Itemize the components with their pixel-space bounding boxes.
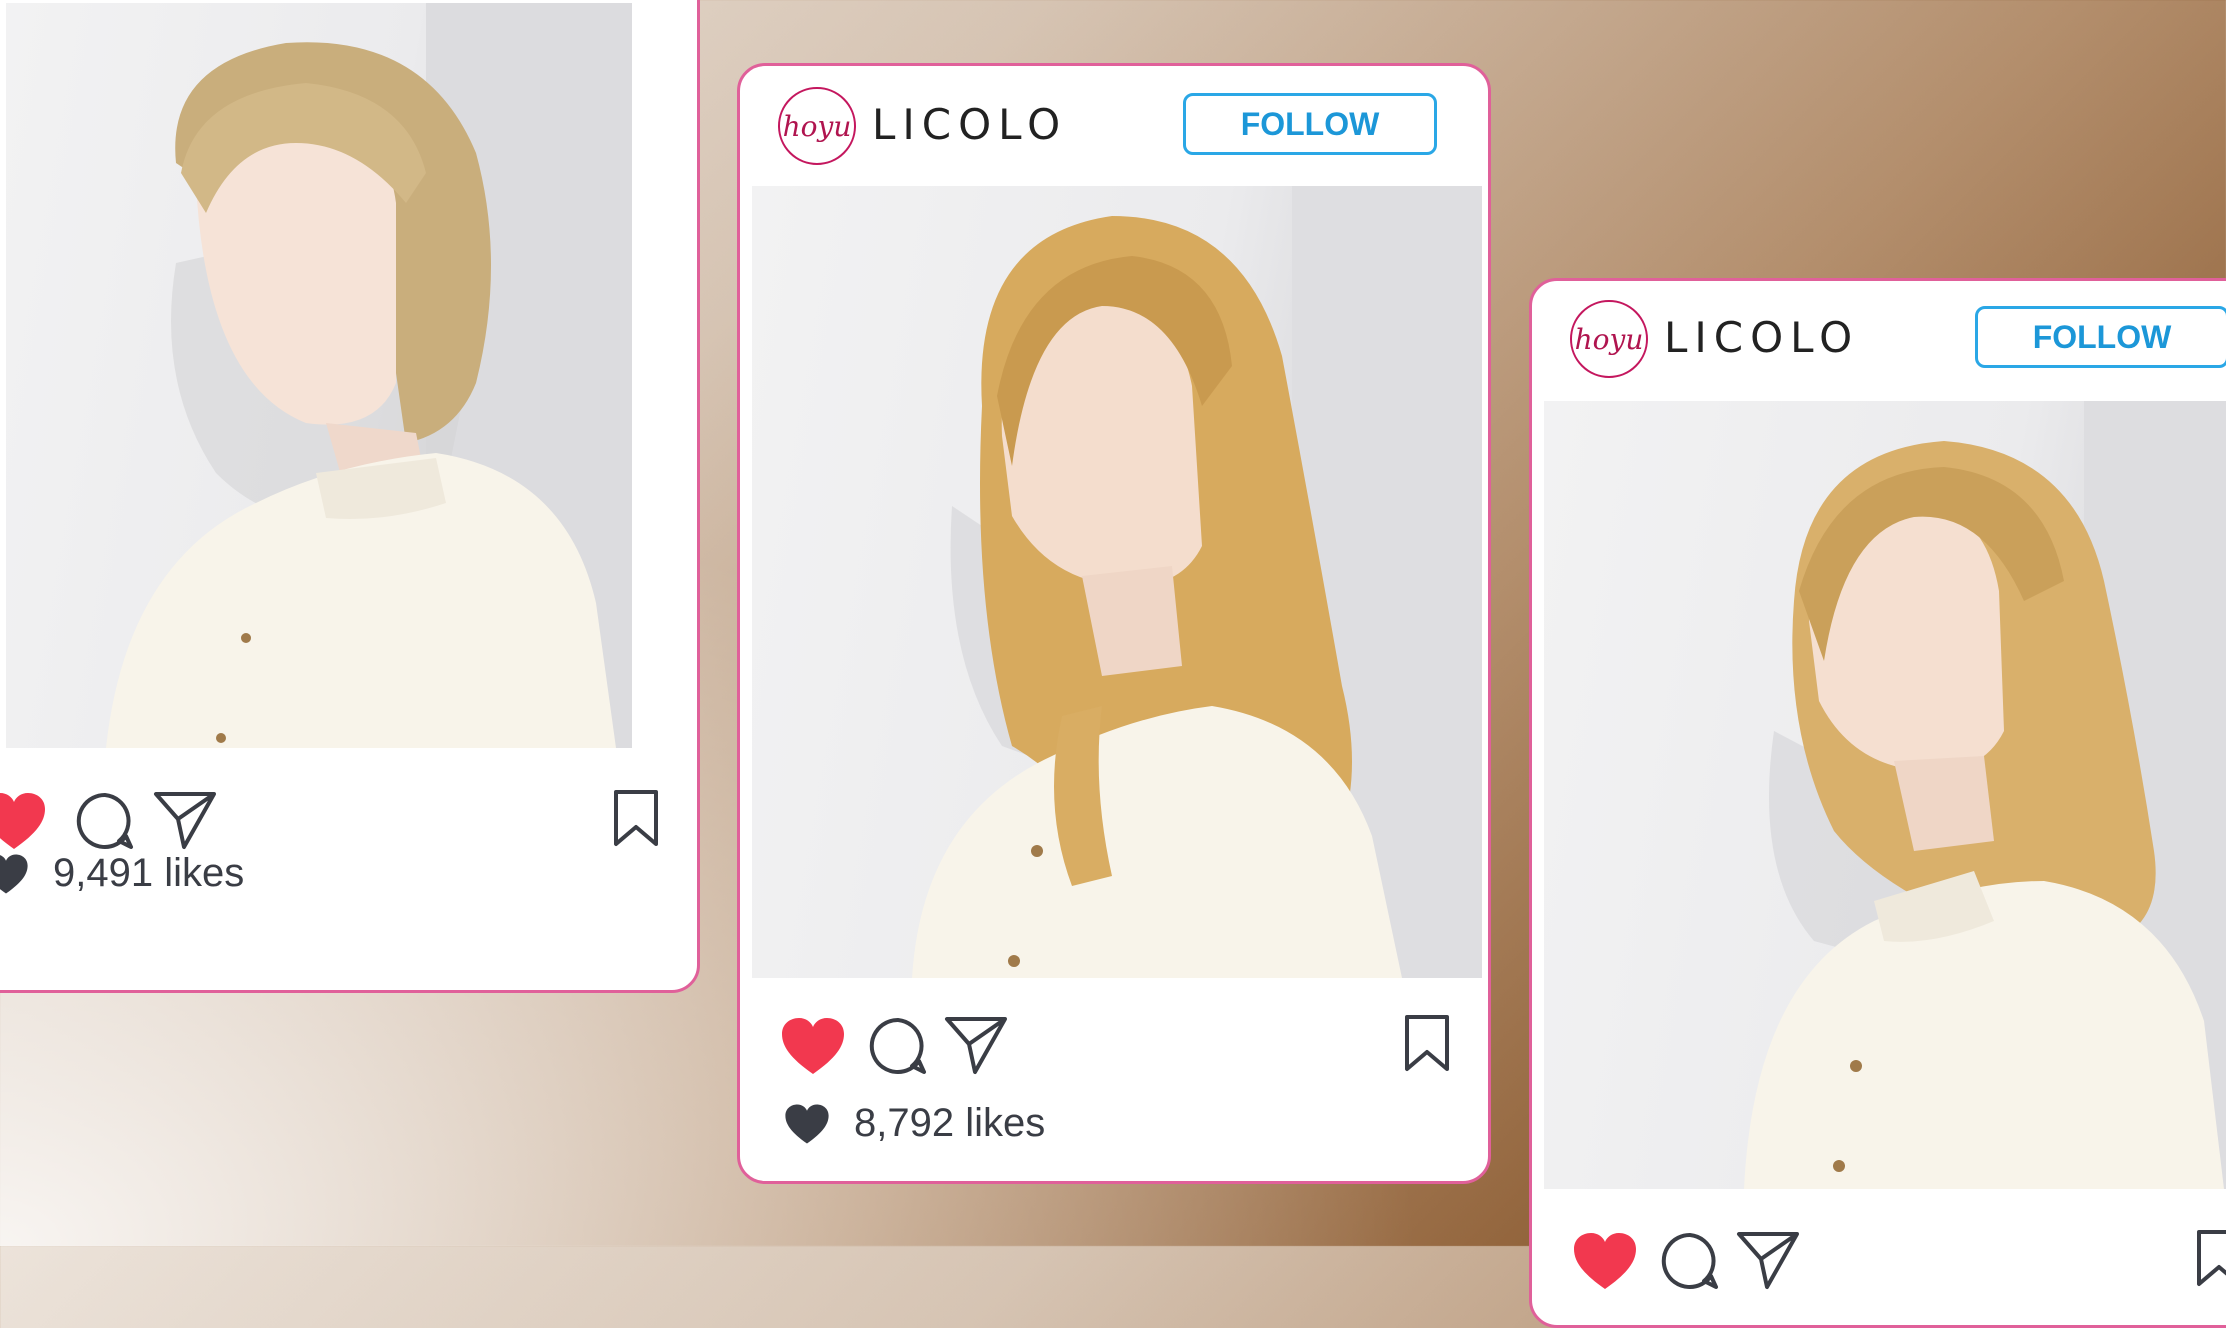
likes-count: 8,792 likes [854, 1101, 1046, 1145]
comment-icon[interactable] [1660, 1231, 1720, 1291]
portrait-image [1744, 401, 2226, 1189]
portrait-image [912, 186, 1482, 978]
comment-icon[interactable] [868, 1016, 928, 1076]
post-photo[interactable] [1544, 401, 2226, 1189]
post-header: hoyu LICOLO FOLLOW [740, 66, 1488, 176]
heart-icon[interactable] [780, 1016, 846, 1076]
likes-heart-icon [0, 853, 28, 894]
brand-logo[interactable]: hoyu [1570, 300, 1648, 378]
post-header: hoyu LICOLO FOLLOW [1532, 281, 2226, 391]
bookmark-icon[interactable] [1404, 1014, 1450, 1072]
heart-icon[interactable] [1572, 1231, 1638, 1291]
bookmark-icon[interactable] [2196, 1229, 2226, 1287]
brand-name[interactable]: LICOLO [1664, 313, 1859, 362]
brand-logo[interactable]: hoyu [778, 87, 856, 165]
comment-icon[interactable] [75, 791, 135, 851]
likes-row: 8,792 likes [784, 1101, 1045, 1146]
likes-row: 9,491 likes [0, 851, 244, 896]
send-icon[interactable] [153, 789, 217, 851]
likes-count: 9,491 likes [53, 851, 245, 895]
post-photo[interactable] [6, 3, 632, 748]
bookmark-icon[interactable] [613, 789, 659, 847]
portrait-image [106, 3, 632, 748]
post-card-center: hoyu LICOLO FOLLOW 8,792 likes [737, 63, 1491, 1184]
likes-heart-icon [785, 1103, 829, 1144]
send-icon[interactable] [944, 1014, 1008, 1076]
heart-icon[interactable] [0, 791, 47, 851]
send-icon[interactable] [1736, 1229, 1800, 1291]
follow-button[interactable]: FOLLOW [1183, 93, 1437, 155]
follow-button[interactable]: FOLLOW [1975, 306, 2226, 368]
post-card-left: 9,491 likes [0, 0, 700, 993]
post-card-right: hoyu LICOLO FOLLOW [1529, 278, 2226, 1328]
brand-name[interactable]: LICOLO [872, 100, 1067, 149]
post-photo[interactable] [752, 186, 1482, 978]
